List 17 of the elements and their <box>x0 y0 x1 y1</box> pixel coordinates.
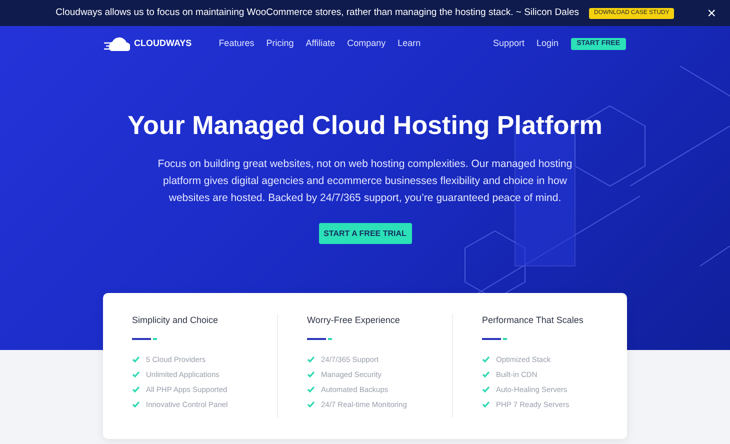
hero-title: Your Managed Cloud Hosting Platform <box>128 112 602 138</box>
nav-link[interactable]: Company <box>347 37 386 51</box>
feature-heading: Worry-Free Experience <box>307 314 401 327</box>
close-button[interactable]: × <box>707 6 716 20</box>
cloud-logo-icon <box>104 37 130 51</box>
feature-heading: Performance That Scales <box>482 314 584 327</box>
nav-link[interactable]: Features <box>218 37 254 51</box>
announcement-text: Cloudways allows us to focus on maintaining WooCommerce stores, rather than managing the hosting stack. ~ Silicon Dales <box>56 6 580 20</box>
nav-link[interactable]: Pricing <box>266 37 294 51</box>
free-trial-button[interactable]: START A FREE TRIAL <box>318 223 412 244</box>
nav-link[interactable]: Affiliate <box>306 37 336 51</box>
logo-text: CLOUDWAYS <box>134 37 192 50</box>
nav-link[interactable]: Login <box>536 37 559 51</box>
nav-link[interactable]: Learn <box>398 37 421 51</box>
feature-heading: Simplicity and Choice <box>132 314 220 327</box>
hero-description: Focus on building great websites, not on web hosting complexities. Our managed hosting platform gives digital agencies and ecommerce businesses flexibility and choice in how websites are hosted. Backed by 24/7/365 support, you’re guaranteed peace of mind. <box>156 157 574 206</box>
nav-link[interactable]: Support <box>493 37 525 51</box>
